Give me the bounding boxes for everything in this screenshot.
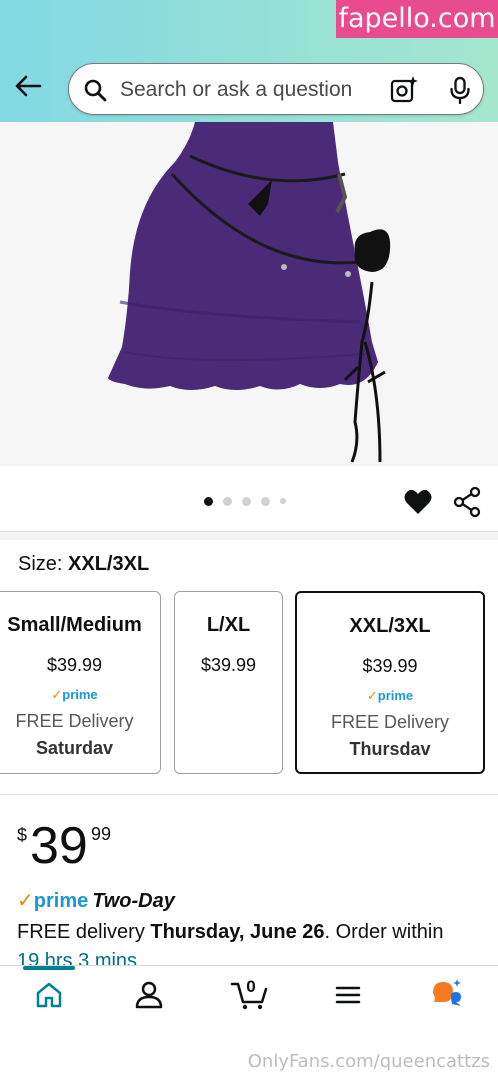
size-option-delivery: FREE Delivery bbox=[15, 711, 134, 731]
size-label-text: Size: bbox=[18, 553, 63, 575]
size-option-xxl-3xl[interactable]: XXL/3XL $39.99 ✓prime FREE Delivery Thur… bbox=[295, 591, 485, 774]
size-selected-value: XXL/3XL bbox=[68, 553, 150, 575]
camera-lens-icon[interactable] bbox=[389, 75, 419, 105]
pagination-dots[interactable] bbox=[204, 495, 286, 507]
search-input[interactable]: Search or ask a question bbox=[120, 76, 352, 104]
size-option-small-medium[interactable]: Small/Medium $39.99 ✓prime FREE Delivery… bbox=[0, 591, 161, 774]
size-option-day: Saturdav bbox=[35, 738, 114, 758]
watermark-bottom: OnlyFans.com/queencattzs bbox=[247, 1051, 490, 1072]
size-label: Size: XXL/3XL bbox=[18, 552, 149, 576]
order-countdown: 19 hrs 3 mins bbox=[17, 950, 138, 966]
prime-word: prime bbox=[33, 890, 89, 912]
prime-badge-label: prime bbox=[377, 688, 414, 703]
price-whole: 39 bbox=[30, 817, 88, 875]
product-image[interactable] bbox=[0, 122, 498, 466]
two-day-label: Two-Day bbox=[92, 890, 175, 912]
pagination-dot[interactable] bbox=[261, 496, 270, 506]
size-option-l-xl[interactable]: L/XL $39.99 bbox=[174, 591, 283, 774]
pagination-dot[interactable] bbox=[242, 496, 251, 506]
share-icon[interactable] bbox=[452, 486, 482, 518]
app-header: fapello.com Search or ask a question bbox=[0, 0, 498, 122]
nav-active-indicator bbox=[23, 966, 75, 970]
prime-check-icon: ✓ bbox=[17, 890, 34, 912]
prime-badge-label: prime bbox=[62, 687, 98, 702]
delivery-prefix: FREE delivery bbox=[17, 921, 151, 943]
size-option-day: Thursdav bbox=[349, 739, 431, 759]
search-icon bbox=[84, 79, 107, 102]
skirt-illustration bbox=[108, 122, 391, 463]
microphone-icon[interactable] bbox=[445, 75, 475, 105]
prime-badge: ✓prime bbox=[0, 687, 160, 703]
back-button[interactable] bbox=[12, 70, 44, 102]
bottom-nav: 0 OnlyFans.com/queencattzs bbox=[0, 965, 498, 1080]
menu-icon[interactable] bbox=[331, 978, 365, 1012]
size-option-name: XXL/3XL bbox=[349, 615, 431, 637]
size-option-price: $39.99 bbox=[46, 655, 103, 675]
product-page: fapello.com Search or ask a question Siz… bbox=[0, 0, 498, 1080]
heart-icon[interactable] bbox=[403, 487, 433, 517]
pagination-dot[interactable] bbox=[280, 498, 286, 504]
pagination-dot[interactable] bbox=[204, 496, 213, 506]
home-icon[interactable] bbox=[32, 978, 66, 1012]
delivery-suffix: . Order within bbox=[324, 921, 444, 943]
size-option-price: $39.99 bbox=[200, 655, 257, 675]
section-divider bbox=[0, 532, 498, 540]
prime-two-day-badge: ✓prime Two-Day bbox=[17, 888, 175, 914]
person-icon[interactable] bbox=[132, 978, 166, 1012]
divider bbox=[0, 794, 498, 795]
size-option-price: $39.99 bbox=[362, 656, 418, 676]
size-option-name: Small/Medium bbox=[7, 614, 142, 636]
pagination-dot[interactable] bbox=[223, 496, 232, 506]
price-fraction: 99 bbox=[91, 824, 112, 844]
chat-bubble-icon[interactable] bbox=[430, 978, 464, 1012]
size-option-name: L/XL bbox=[206, 614, 251, 636]
prime-check-icon: ✓ bbox=[366, 688, 378, 703]
arrow-left-icon bbox=[15, 75, 42, 97]
delivery-date: Thursday, June 26 bbox=[150, 921, 325, 943]
prime-check-icon: ✓ bbox=[51, 687, 63, 702]
search-bar[interactable]: Search or ask a question bbox=[68, 63, 484, 115]
size-option-delivery: FREE Delivery bbox=[330, 712, 450, 732]
prime-badge: ✓prime bbox=[297, 688, 483, 704]
delivery-info: FREE delivery Thursday, June 26. Order w… bbox=[17, 921, 443, 944]
price-currency: $ bbox=[17, 825, 28, 845]
cart-count-badge: 0 bbox=[246, 977, 256, 996]
watermark-top: fapello.com bbox=[336, 0, 498, 38]
